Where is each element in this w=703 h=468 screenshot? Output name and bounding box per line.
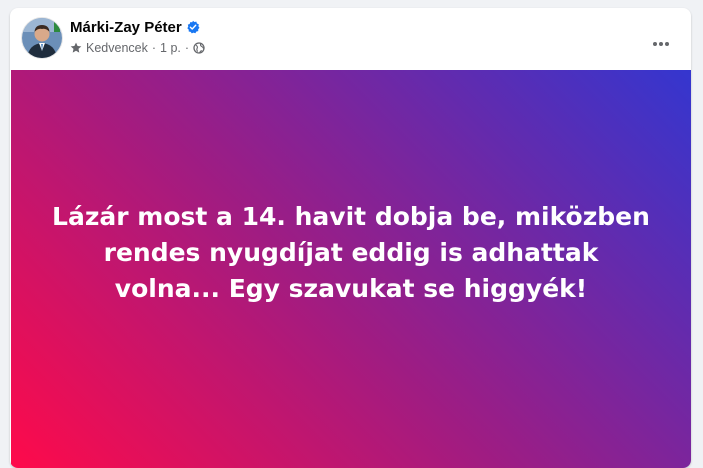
more-options-icon — [653, 42, 669, 46]
post-header: Márki-Zay Péter Kedvencek · 1 p. · — [10, 8, 691, 70]
audience-label[interactable]: Kedvencek — [86, 41, 148, 55]
meta-separator: · — [184, 41, 190, 55]
avatar[interactable] — [22, 18, 62, 58]
post-timestamp[interactable]: 1 p. — [160, 41, 181, 55]
verified-badge-icon — [187, 20, 200, 34]
meta-separator: · — [151, 41, 157, 55]
globe-icon[interactable] — [193, 42, 205, 54]
profile-photo — [22, 18, 62, 58]
author-name[interactable]: Márki-Zay Péter — [70, 19, 182, 36]
post-meta: Kedvencek · 1 p. · — [70, 41, 205, 55]
post-background: Lázár most a 14. havit dobja be, miközbe… — [11, 70, 691, 468]
post-text: Lázár most a 14. havit dobja be, miközbe… — [52, 201, 650, 303]
post-card: Márki-Zay Péter Kedvencek · 1 p. · Lázár… — [10, 8, 691, 468]
star-icon — [70, 42, 82, 53]
more-options-button[interactable] — [643, 26, 679, 62]
